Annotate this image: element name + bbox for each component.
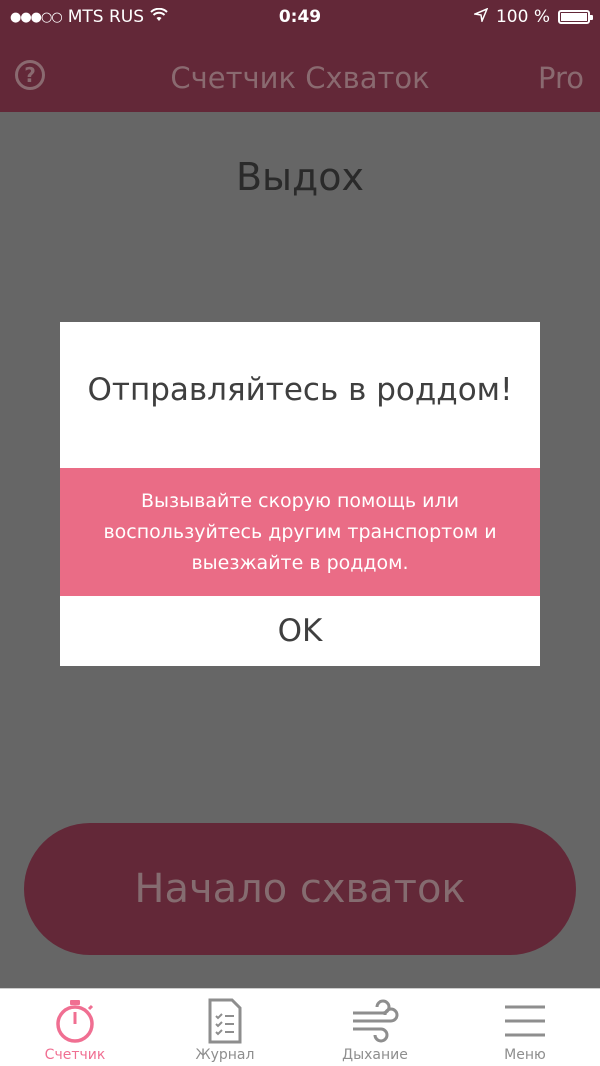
tab-label: Журнал (195, 1047, 255, 1063)
breathing-phase-label: Выдох (235, 155, 365, 199)
start-contractions-button[interactable]: Начало схваток (24, 823, 576, 955)
alert-dialog: Отправляйтесь в роддом! Вызывайте скорую… (60, 322, 540, 666)
tab-label: Дыхание (342, 1047, 408, 1063)
tab-bar: Счетчик Журнал Дыхание Меню (0, 988, 600, 1066)
battery-fill (561, 13, 587, 21)
ok-button[interactable]: OK (60, 596, 540, 666)
wind-icon (351, 997, 399, 1045)
dialog-message: Вызывайте скорую помощь или воспользуйте… (60, 468, 540, 596)
tab-menu[interactable]: Меню (450, 989, 600, 1066)
battery-icon (558, 10, 593, 24)
journal-icon (206, 997, 244, 1045)
tab-counter[interactable]: Счетчик (0, 989, 150, 1066)
status-right: 100 % (472, 7, 593, 27)
pro-button[interactable]: Pro (538, 61, 584, 95)
tab-breathing[interactable]: Дыхание (300, 989, 450, 1066)
status-bar: ●●●○○ MTS RUS 0:49 100 % (0, 0, 600, 36)
dialog-title: Отправляйтесь в роддом! (87, 372, 513, 408)
tab-journal[interactable]: Журнал (150, 989, 300, 1066)
app-header: ? Счетчик Схваток Pro (0, 36, 600, 112)
location-arrow-icon (472, 7, 489, 27)
tab-label: Счетчик (44, 1047, 106, 1063)
battery-percent: 100 % (495, 7, 550, 27)
tab-label: Меню (504, 1047, 546, 1063)
menu-icon (504, 997, 546, 1045)
header-title: Счетчик Схваток (170, 61, 430, 95)
stopwatch-icon (53, 997, 97, 1045)
